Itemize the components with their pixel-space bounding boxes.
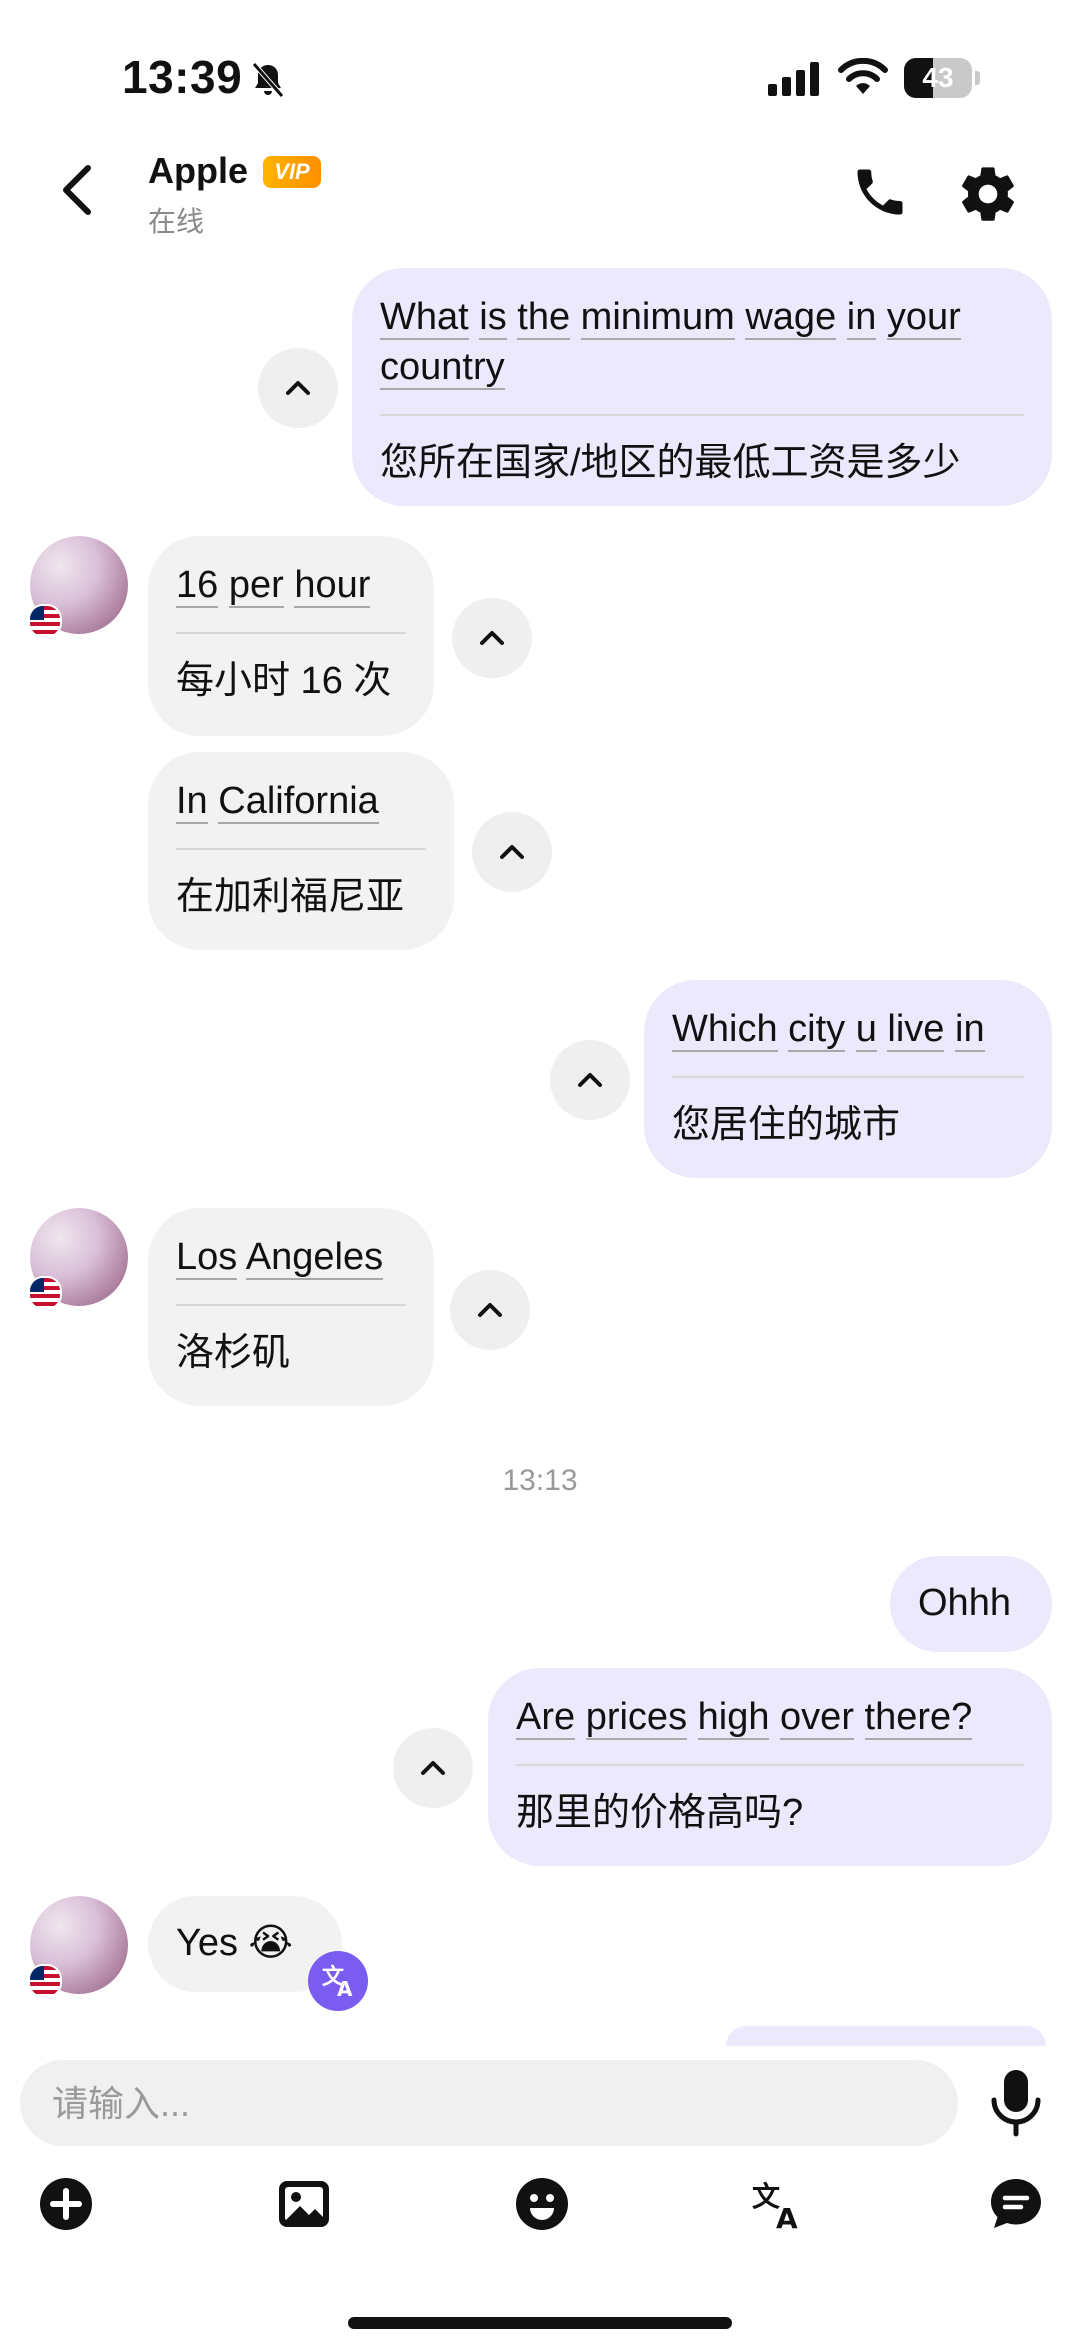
chevron-up-icon (480, 631, 504, 645)
translate-icon: 文 A (322, 1964, 353, 2001)
chevron-up-icon (500, 845, 524, 859)
translated-text: 在加利福尼亚 (176, 876, 405, 918)
translate-message-button[interactable]: 文 A (308, 1951, 368, 2011)
original-text: What is the minimum wage in your country (380, 292, 1024, 416)
svg-text:A: A (337, 1977, 353, 2001)
message-input-container (20, 2060, 958, 2148)
silent-bell-icon (248, 60, 288, 100)
original-text: Are prices high over there? (516, 1692, 1024, 1766)
collapse-translation-button[interactable] (452, 598, 532, 678)
us-flag-icon (28, 1276, 62, 1310)
contact-online-status: 在线 (148, 206, 205, 237)
emoji-icon (516, 2178, 568, 2230)
plus-circle-icon (40, 2178, 92, 2230)
voice-message-button[interactable] (986, 2068, 1046, 2140)
chevron-left-icon (63, 165, 91, 215)
translate-icon: 文 A (752, 2180, 798, 2235)
original-text: Which city u live in (672, 1004, 1024, 1078)
wifi-icon (838, 57, 888, 98)
battery-indicator: 43 (904, 58, 982, 98)
add-attachment-button[interactable] (38, 2176, 94, 2232)
us-flag-icon (28, 1964, 62, 1998)
cellular-signal-icon (768, 62, 822, 96)
image-icon (279, 2181, 329, 2227)
phone-icon (857, 169, 903, 215)
voice-call-button[interactable] (850, 162, 910, 222)
chevron-up-icon (478, 1303, 502, 1317)
translated-text: 您所在国家/地区的最低工资是多少 (380, 442, 961, 484)
back-button[interactable] (50, 160, 110, 220)
message-bubble-incoming[interactable]: Los Angeles 洛杉矶 (148, 1208, 434, 1406)
home-indicator[interactable] (348, 2317, 732, 2329)
chevron-up-icon (421, 1761, 445, 1775)
settings-button[interactable] (956, 162, 1020, 226)
emoji-button[interactable] (514, 2176, 570, 2232)
message-timestamp: 13:13 (502, 1464, 578, 1497)
status-time: 13:39 (122, 51, 243, 103)
microphone-icon (991, 2070, 1041, 2137)
message-bubble-outgoing-partial (726, 2026, 1046, 2046)
message-bubble-incoming[interactable]: In California 在加利福尼亚 (148, 752, 454, 950)
message-bubble-outgoing[interactable]: What is the minimum wage in your country… (352, 268, 1052, 506)
us-flag-icon (28, 604, 62, 638)
original-text: Los Angeles (176, 1232, 406, 1306)
message-bubble-outgoing[interactable]: Are prices high over there? 那里的价格高吗? (488, 1668, 1052, 1866)
collapse-translation-button[interactable] (450, 1270, 530, 1350)
message-bubble-outgoing[interactable]: Ohhh (890, 1556, 1052, 1652)
svg-text:A: A (776, 2202, 798, 2232)
chat-bubble-icon (991, 2179, 1041, 2228)
translate-button[interactable]: 文 A (752, 2176, 808, 2235)
translated-text: 那里的价格高吗? (516, 1792, 804, 1834)
gear-icon (962, 167, 1014, 221)
message-bubble-incoming[interactable]: 16 per hour 每小时 16 次 (148, 536, 434, 736)
original-text: In California (176, 776, 426, 850)
collapse-translation-button[interactable] (258, 348, 338, 428)
contact-name[interactable]: Apple (148, 150, 248, 192)
send-image-button[interactable] (276, 2176, 332, 2232)
collapse-translation-button[interactable] (472, 812, 552, 892)
chevron-up-icon (286, 381, 310, 395)
translated-text: 洛杉矶 (176, 1332, 291, 1374)
battery-percentage: 43 (922, 62, 954, 93)
translated-text: 每小时 16 次 (176, 660, 392, 702)
collapse-translation-button[interactable] (550, 1040, 630, 1120)
chat-mode-button[interactable] (988, 2176, 1044, 2232)
chevron-up-icon (578, 1073, 602, 1087)
message-bubble-outgoing[interactable]: Which city u live in 您居住的城市 (644, 980, 1052, 1178)
collapse-translation-button[interactable] (393, 1728, 473, 1808)
translated-text: 您居住的城市 (672, 1104, 901, 1146)
vip-badge: VIP (263, 156, 321, 188)
message-input[interactable] (50, 2060, 914, 2148)
original-text: 16 per hour (176, 560, 406, 634)
